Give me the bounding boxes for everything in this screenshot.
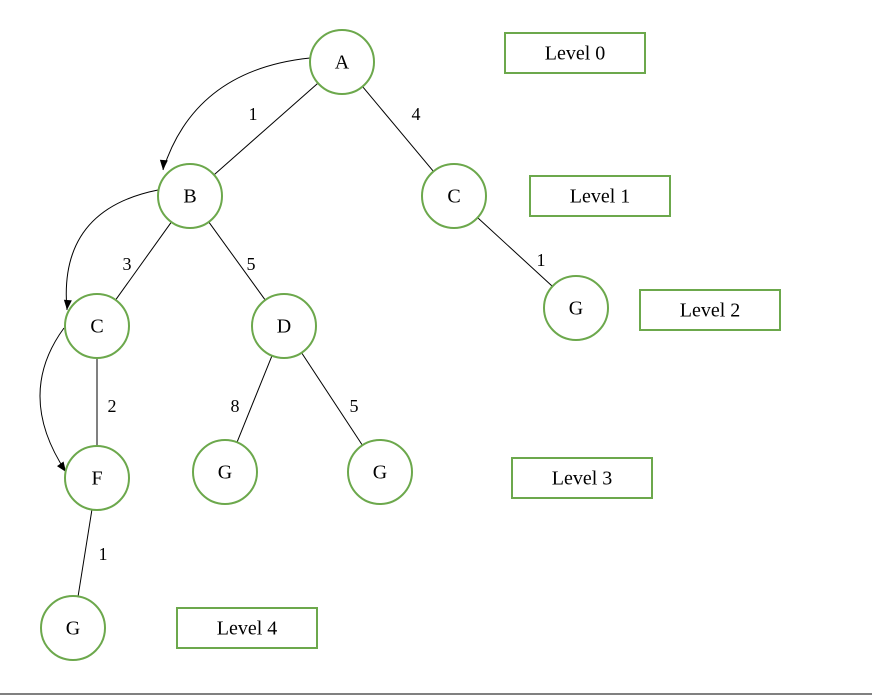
- node-D: D: [252, 294, 316, 358]
- edge-A-C1: [363, 87, 434, 172]
- node-label-A: A: [335, 52, 350, 74]
- node-label-G2: G: [218, 462, 232, 484]
- node-label-C1: C: [447, 186, 460, 208]
- node-F: F: [65, 446, 129, 510]
- node-G2: G: [193, 440, 257, 504]
- edge-F-G4: [78, 510, 92, 597]
- edge-D-G2: [237, 356, 272, 443]
- level-label-2: Level 2: [680, 300, 741, 322]
- edge-weight-A-C1: 4: [412, 104, 421, 124]
- edge-weight-A-B: 1: [249, 104, 258, 124]
- node-label-F: F: [91, 468, 102, 490]
- level-label-4: Level 4: [217, 618, 278, 640]
- level-label-3: Level 3: [552, 468, 613, 490]
- node-label-G3: G: [373, 462, 387, 484]
- node-label-B: B: [183, 186, 196, 208]
- node-label-G4: G: [66, 618, 80, 640]
- edge-weight-B-D: 5: [247, 254, 256, 274]
- level-label-1: Level 1: [570, 186, 631, 208]
- node-G1: G: [544, 276, 608, 340]
- traversal-arrow-2: [40, 328, 66, 472]
- node-C1: C: [422, 164, 486, 228]
- tree-diagram: 1 4 3 5 1 2 8 5 1 A B C C D G F G G G Level 0 Level 1 Level…: [0, 0, 872, 697]
- edge-weight-D-G2: 8: [231, 396, 240, 416]
- node-label-C2: C: [90, 316, 103, 338]
- edge-weight-D-G3: 5: [350, 396, 359, 416]
- edge-weight-C2-F: 2: [108, 396, 117, 416]
- edge-A-B: [214, 83, 318, 175]
- traversal-arrow-1: [66, 190, 158, 310]
- edge-weight-B-C2: 3: [123, 254, 132, 274]
- node-G4: G: [41, 596, 105, 660]
- node-B: B: [158, 164, 222, 228]
- node-label-D: D: [277, 316, 291, 338]
- edge-weight-F-G4: 1: [99, 544, 108, 564]
- edge-weight-C1-G1: 1: [537, 250, 546, 270]
- edge-B-D: [209, 222, 265, 300]
- node-label-G1: G: [569, 298, 583, 320]
- level-label-0: Level 0: [545, 43, 606, 65]
- node-A: A: [310, 30, 374, 94]
- node-C2: C: [65, 294, 129, 358]
- traversal-arrow-head-2: [57, 462, 66, 472]
- node-G3: G: [348, 440, 412, 504]
- traversal-arrow-0: [163, 58, 310, 170]
